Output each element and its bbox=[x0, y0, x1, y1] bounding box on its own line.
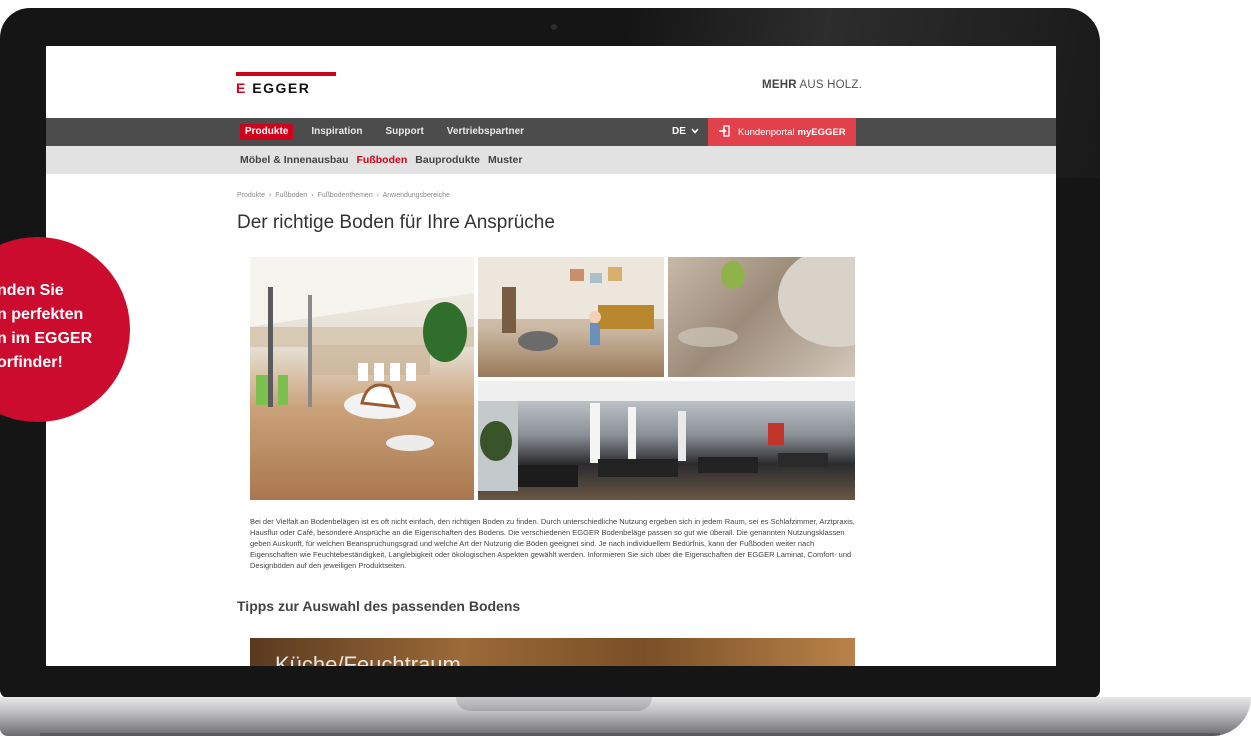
intro-paragraph: Bei der Vielfalt an Bodenbelägen ist es … bbox=[250, 517, 855, 570]
laptop-screen: E EGGER MEHR AUS HOLZ. Produkte Inspirat… bbox=[46, 46, 1056, 666]
portal-label: Kundenportal bbox=[738, 126, 795, 138]
subnav-item-bauprodukte[interactable]: Bauprodukte bbox=[415, 154, 480, 166]
breadcrumb-item[interactable]: Produkte bbox=[237, 192, 265, 199]
breadcrumb-item[interactable]: Fußboden bbox=[275, 192, 307, 199]
kitchen-banner[interactable]: Küche/Feuchtraum bbox=[250, 638, 855, 666]
subnav-item-fussboden[interactable]: Fußboden bbox=[357, 154, 408, 166]
nav-item-vertriebspartner[interactable]: Vertriebspartner bbox=[442, 124, 529, 140]
subnav-item-moebel[interactable]: Möbel & Innenausbau bbox=[240, 154, 349, 166]
portal-brand: myEGGER bbox=[797, 126, 846, 138]
laminate-detail-image bbox=[668, 257, 855, 377]
page-title: Der richtige Boden für Ihre Ansprüche bbox=[237, 212, 555, 233]
nav-item-inspiration[interactable]: Inspiration bbox=[306, 124, 367, 140]
breadcrumb-item-current: Anwendungsbereiche bbox=[382, 192, 450, 199]
family-room-image bbox=[478, 257, 664, 377]
logo-red-bar bbox=[236, 72, 336, 76]
breadcrumb-separator: › bbox=[311, 192, 314, 199]
badge-text: nden Sie n perfekten n im EGGER orfinder… bbox=[0, 282, 93, 371]
nav-item-produkte[interactable]: Produkte bbox=[240, 124, 294, 140]
tagline-bold: MEHR bbox=[762, 79, 797, 91]
logo-mark: E bbox=[236, 80, 247, 96]
customer-portal-button[interactable]: Kundenportal myEGGER bbox=[708, 118, 856, 146]
webcam bbox=[551, 24, 557, 30]
nav-item-support[interactable]: Support bbox=[380, 124, 428, 140]
breadcrumb: Produkte › Fußboden › Fußbodenthemen › A… bbox=[237, 192, 452, 199]
breadcrumb-item[interactable]: Fußbodenthemen bbox=[317, 192, 372, 199]
sub-nav-items: Möbel & Innenausbau Fußboden Bauprodukte… bbox=[240, 154, 522, 166]
login-icon bbox=[716, 124, 732, 140]
tagline-rest: AUS HOLZ. bbox=[799, 79, 862, 91]
chevron-down-icon bbox=[691, 128, 699, 134]
logo-text: EGGER bbox=[252, 80, 311, 96]
main-nav-items: Produkte Inspiration Support Vertriebspa… bbox=[240, 124, 529, 140]
breadcrumb-separator: › bbox=[376, 192, 380, 199]
egger-logo[interactable]: E EGGER bbox=[236, 72, 336, 96]
main-nav: Produkte Inspiration Support Vertriebspa… bbox=[46, 118, 1056, 146]
site-header: E EGGER MEHR AUS HOLZ. bbox=[46, 46, 1056, 118]
section-title: Tipps zur Auswahl des passenden Bodens bbox=[237, 598, 521, 614]
living-room-image bbox=[250, 257, 474, 500]
subnav-item-muster[interactable]: Muster bbox=[488, 154, 522, 166]
logo-wordmark: E EGGER bbox=[236, 80, 310, 96]
laptop-base-notch bbox=[456, 697, 652, 711]
language-selector[interactable]: DE bbox=[672, 126, 699, 137]
sub-nav: Möbel & Innenausbau Fußboden Bauprodukte… bbox=[46, 146, 1056, 174]
tagline: MEHR AUS HOLZ. bbox=[762, 79, 862, 91]
banner-title: Küche/Feuchtraum bbox=[275, 652, 461, 666]
breadcrumb-separator: › bbox=[268, 192, 272, 199]
office-lounge-image bbox=[478, 381, 855, 500]
language-label: DE bbox=[672, 126, 686, 137]
